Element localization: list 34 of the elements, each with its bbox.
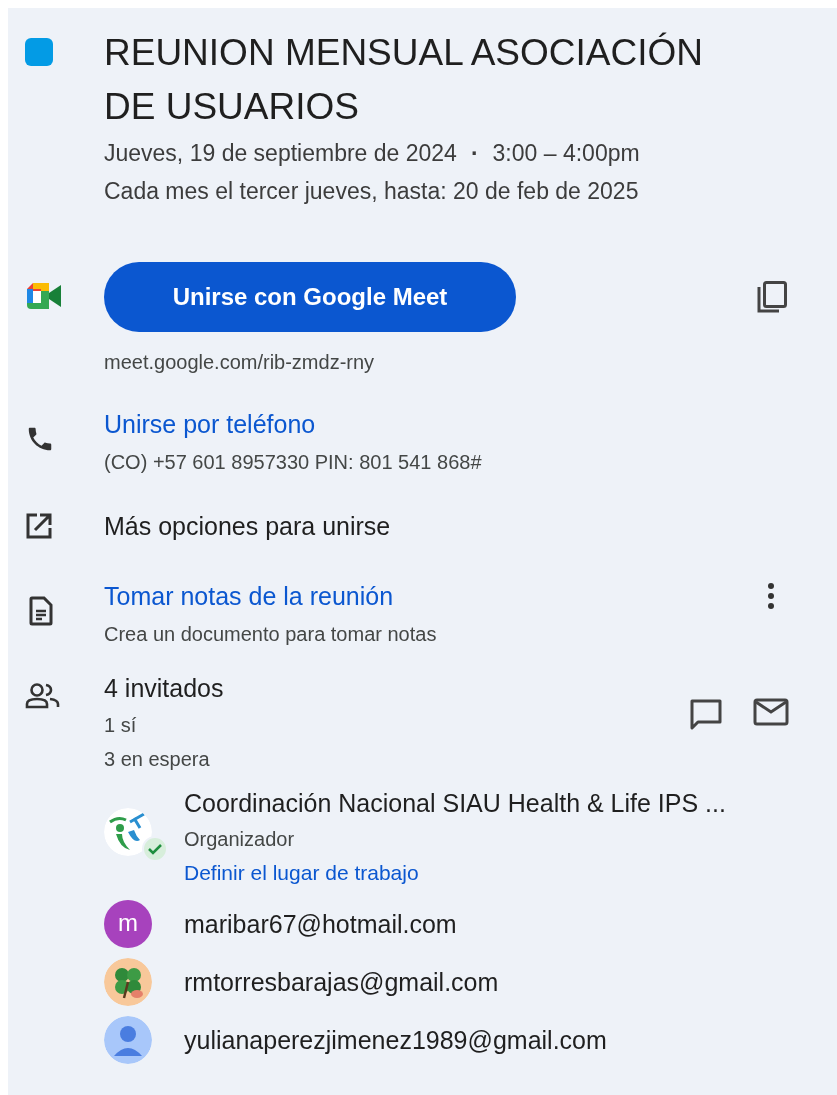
guest-count: 4 invitados xyxy=(104,673,224,704)
phone-number: (CO) +57 601 8957330 PIN: 801 541 868# xyxy=(104,450,483,475)
clover-avatar xyxy=(104,958,152,1006)
pending-count: 3 en espera xyxy=(104,747,211,772)
person-avatar xyxy=(104,1016,152,1064)
event-title: REUNION MENSUAL ASOCIACIÓN DE USUARIOS xyxy=(104,31,704,129)
guest-name: maribar67@hotmail.com xyxy=(184,909,457,940)
avatar: m xyxy=(104,900,152,948)
external-link-icon xyxy=(25,512,53,540)
guest-name: Coordinación Nacional SIAU Health & Life IPS ... xyxy=(184,788,726,819)
join-meet-button[interactable]: Unirse con Google Meet xyxy=(104,262,516,332)
set-workplace-link[interactable]: Definir el lugar de trabajo xyxy=(184,856,419,890)
calendar-color-icon xyxy=(25,38,53,66)
join-by-phone-link[interactable]: Unirse por teléfono xyxy=(104,404,316,444)
video-camera-icon xyxy=(25,281,63,311)
notes-hint: Crea un documento para tomar notas xyxy=(104,622,438,647)
accepted-count: 1 sí xyxy=(104,713,138,738)
event-time: 3:00 – 4:00pm xyxy=(492,140,640,166)
people-icon xyxy=(25,682,61,710)
take-notes-link[interactable]: Tomar notas de la reunión xyxy=(104,576,394,616)
guest-name: yulianaperezjimenez1989@gmail.com xyxy=(184,1025,607,1056)
document-icon xyxy=(29,596,53,626)
guest-name: rmtorresbarajas@gmail.com xyxy=(184,967,499,998)
recurrence-text: Cada mes el tercer jueves, hasta: 20 de feb de 2025 xyxy=(104,177,640,206)
email-icon[interactable] xyxy=(753,698,789,726)
separator: · xyxy=(470,140,479,166)
chat-icon[interactable] xyxy=(689,698,723,732)
guest-role: Organizador xyxy=(184,827,296,852)
meet-url: meet.google.com/rib-zmdz-rny xyxy=(104,350,376,375)
more-join-options[interactable]: Más opciones para unirse xyxy=(104,512,391,540)
organization-logo xyxy=(104,808,152,856)
more-options-icon[interactable] xyxy=(767,582,775,610)
event-date: Jueves, 19 de septiembre de 2024 xyxy=(104,140,457,166)
copy-icon[interactable] xyxy=(755,279,789,315)
